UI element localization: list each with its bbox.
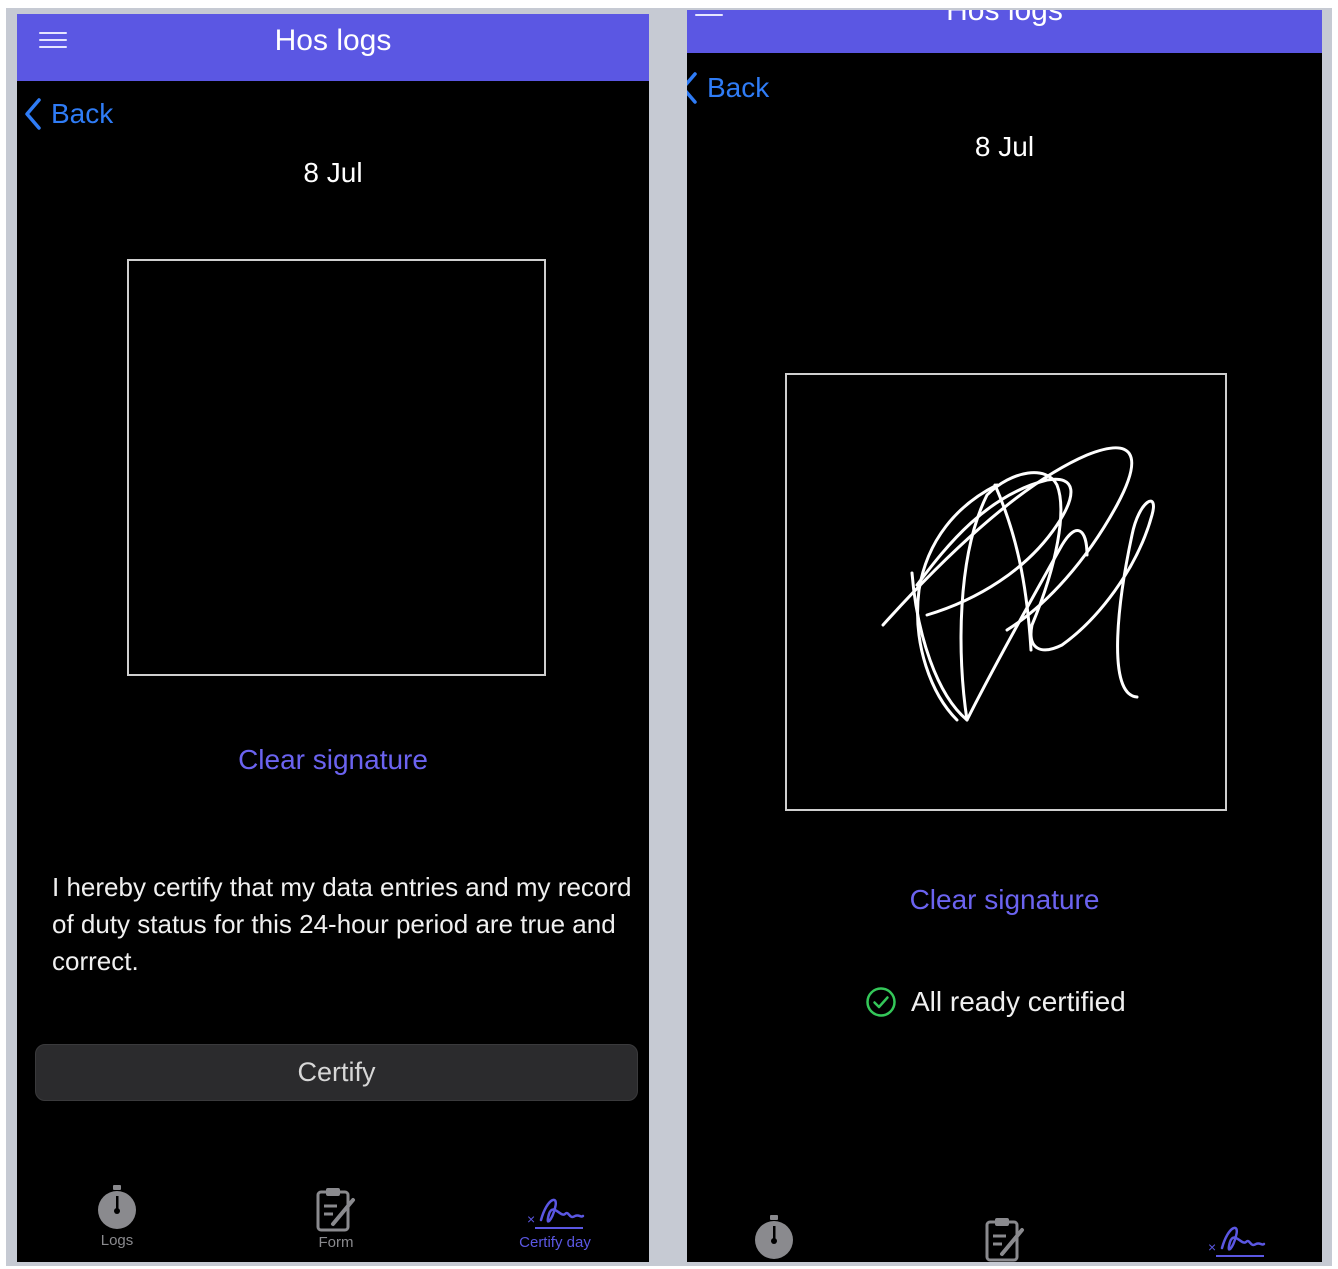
tab-certify-day[interactable]: × Certify day	[495, 1190, 615, 1251]
signature-pad[interactable]	[785, 373, 1227, 811]
form-edit-icon	[985, 1218, 1024, 1262]
tab-form[interactable]	[945, 1216, 1065, 1262]
signature-pad[interactable]	[127, 259, 546, 676]
tab-logs[interactable]	[714, 1214, 834, 1260]
chevron-left-icon	[25, 98, 41, 130]
app-title: Hos logs	[274, 24, 392, 57]
stopwatch-icon	[755, 1215, 793, 1259]
app-header: Hos logs	[687, 10, 1322, 53]
svg-text:×: ×	[527, 1211, 535, 1227]
back-label: Back	[707, 72, 770, 103]
signature-icon: ×	[527, 1198, 585, 1229]
date-label: 8 Jul	[303, 157, 363, 188]
back-label: Back	[51, 98, 114, 129]
tab-form[interactable]: Form	[276, 1186, 396, 1251]
certification-statement: I hereby certify that my data entries an…	[52, 872, 632, 976]
certified-status: All ready certified	[865, 986, 1126, 1018]
date-label: 8 Jul	[974, 131, 1035, 162]
svg-text:×: ×	[1208, 1239, 1216, 1255]
tab-form-label: Form	[318, 1234, 354, 1251]
left-screen: Hos logs Back 8 Jul Clear signature I he…	[17, 14, 649, 1262]
certify-button-label: Certify	[297, 1057, 376, 1087]
tab-certify-day[interactable]: ×	[1176, 1218, 1296, 1260]
signature-drawing	[881, 446, 1155, 722]
right-screen: Hos logs Back 8 Jul Clear signature All …	[687, 10, 1322, 1262]
certified-status-text: All ready certified	[911, 986, 1126, 1017]
signature-icon: ×	[1208, 1226, 1266, 1257]
tab-logs[interactable]: Logs	[57, 1184, 177, 1249]
app-header: Hos logs	[17, 14, 649, 81]
stopwatch-icon	[98, 1185, 136, 1229]
chevron-left-icon	[687, 72, 697, 104]
clear-signature-button[interactable]: Clear signature	[17, 744, 649, 776]
back-button[interactable]: Back	[687, 72, 769, 104]
app-title: Hos logs	[946, 10, 1063, 27]
clear-signature-button[interactable]: Clear signature	[687, 884, 1322, 916]
tab-logs-label: Logs	[100, 1232, 134, 1249]
form-edit-icon	[316, 1188, 355, 1232]
back-button[interactable]: Back	[25, 98, 113, 130]
tab-certify-day-label: Certify day	[519, 1234, 591, 1251]
certify-button[interactable]: Certify	[35, 1044, 638, 1101]
check-circle-icon	[866, 987, 896, 1017]
